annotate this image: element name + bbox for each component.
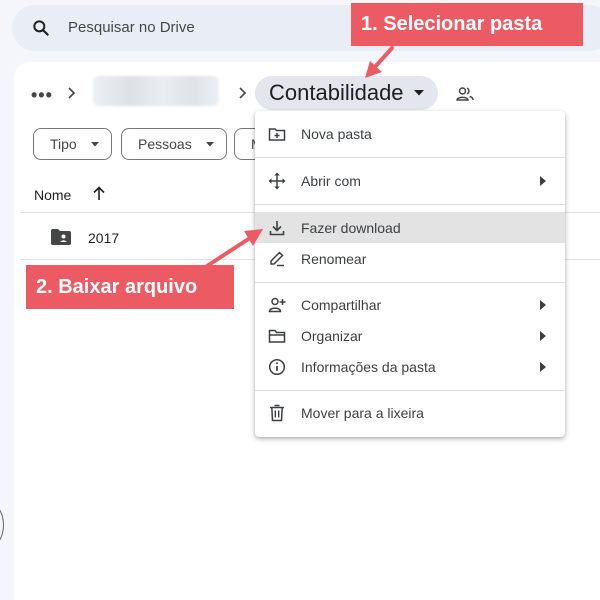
filter-chip-label: Tipo [50, 136, 77, 152]
shared-folder-icon [51, 229, 71, 245]
share-person-icon [268, 297, 286, 312]
step-2-callout: 2. Baixar arquivo [26, 265, 234, 309]
menu-item-label: Fazer download [301, 219, 401, 236]
submenu-arrow-icon [540, 299, 546, 310]
chevron-right-icon [68, 87, 76, 99]
menu-item-label: Compartilhar [301, 296, 382, 313]
menu-item-folder-info[interactable]: Informações da pasta [255, 351, 565, 382]
menu-item-label: Renomear [301, 250, 367, 267]
menu-item-organize[interactable]: Organizar [255, 320, 565, 351]
search-icon[interactable] [31, 18, 51, 38]
menu-divider [255, 390, 565, 391]
up-arrow-icon[interactable] [92, 185, 106, 201]
menu-item-label: Informações da pasta [301, 358, 436, 375]
menu-divider [255, 282, 565, 283]
step-2-label: 2. Baixar arquivo [36, 275, 198, 298]
menu-item-new-folder[interactable]: Nova pasta [255, 118, 565, 149]
menu-item-open-with[interactable]: Abrir com [255, 165, 565, 196]
menu-item-label: Nova pasta [301, 125, 372, 142]
menu-item-download[interactable]: Fazer download [255, 212, 565, 243]
filter-chip-type[interactable]: Tipo [33, 128, 112, 160]
filter-chip-people[interactable]: Pessoas [121, 128, 227, 160]
submenu-arrow-icon [540, 361, 546, 372]
submenu-arrow-icon [540, 175, 546, 186]
menu-item-move-to-trash[interactable]: Mover para a lixeira [255, 397, 565, 428]
menu-item-share[interactable]: Compartilhar [255, 289, 565, 320]
menu-item-rename[interactable]: Renomear [255, 243, 565, 274]
menu-divider [255, 157, 565, 158]
organize-folder-icon [268, 329, 286, 343]
download-icon [269, 220, 285, 235]
caret-down-icon [413, 90, 424, 96]
people-icon[interactable] [456, 86, 474, 102]
column-header-name[interactable]: Nome [34, 187, 71, 203]
menu-item-label: Abrir com [301, 172, 361, 189]
chevron-right-icon [239, 87, 247, 99]
breadcrumb-current-folder-button[interactable]: Contabilidade [255, 76, 438, 110]
caret-down-icon [90, 141, 99, 146]
folder-context-menu: Nova pasta Abrir com Fazer download Reno… [255, 111, 565, 437]
new-folder-icon [268, 127, 286, 141]
submenu-arrow-icon [540, 330, 546, 341]
breadcrumb-more-button[interactable]: ••• [31, 85, 53, 106]
open-with-icon [268, 172, 286, 189]
menu-item-label: Organizar [301, 327, 363, 344]
breadcrumb-parent-blurred[interactable] [93, 76, 219, 106]
current-folder-label: Contabilidade [269, 80, 404, 105]
filter-chip-label: Pessoas [138, 136, 192, 152]
info-icon [268, 358, 286, 375]
trash-icon [270, 404, 284, 421]
step-1-callout: 1. Selecionar pasta [351, 3, 583, 46]
menu-divider [255, 204, 565, 205]
menu-item-label: Mover para a lixeira [301, 404, 424, 421]
list-item-name[interactable]: 2017 [88, 230, 119, 246]
step-1-label: 1. Selecionar pasta [361, 13, 543, 35]
caret-down-icon [205, 141, 214, 146]
search-input[interactable]: Pesquisar no Drive [68, 19, 195, 36]
rename-icon [270, 250, 284, 266]
